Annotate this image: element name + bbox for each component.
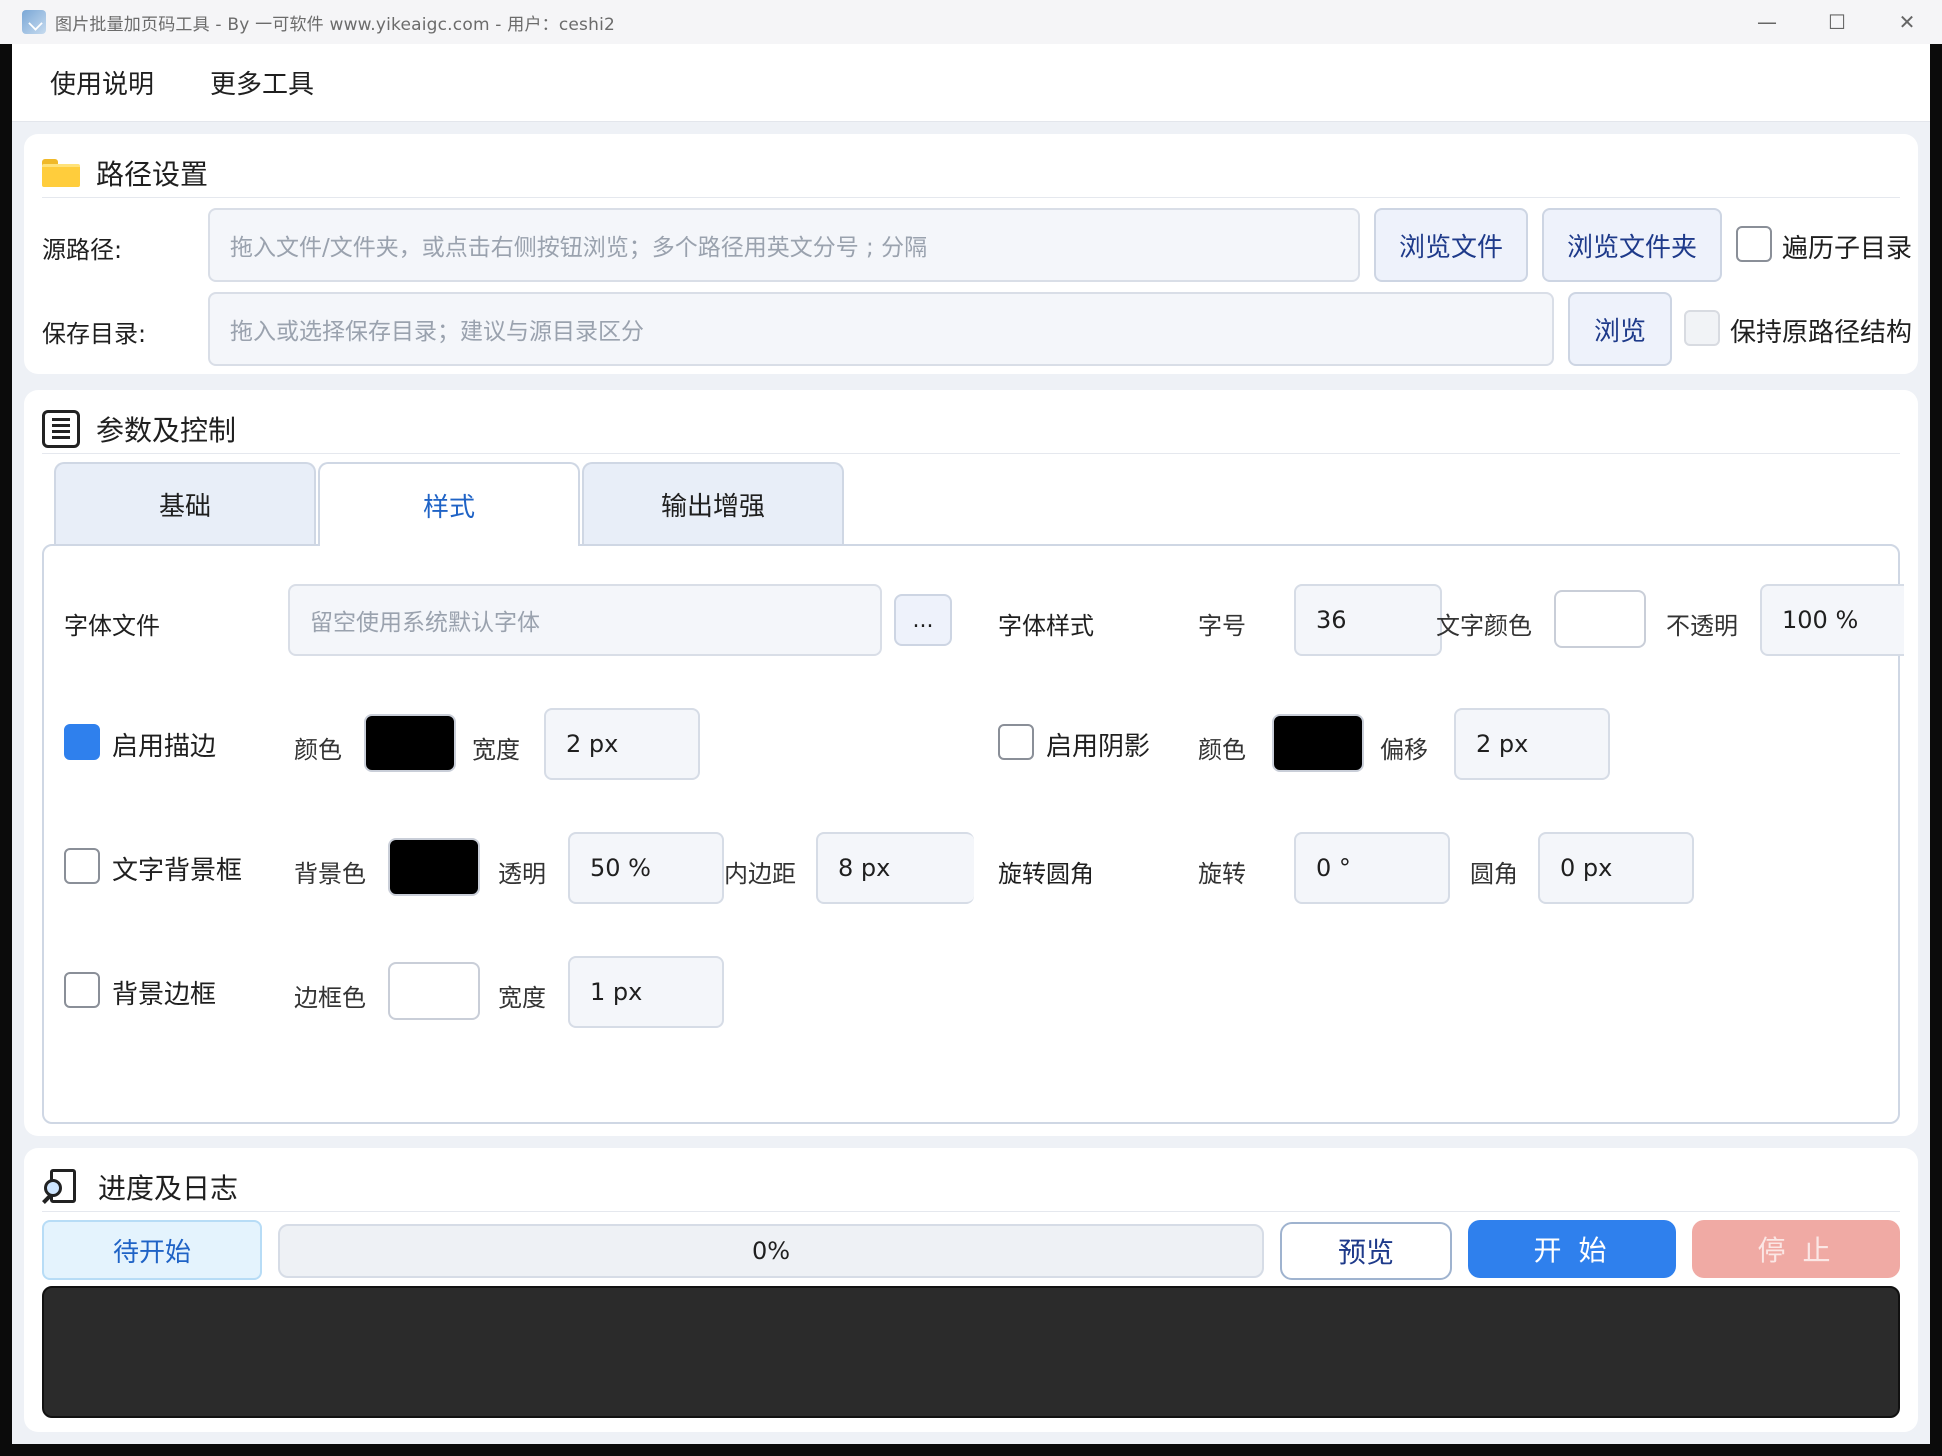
border-width-label: 宽度 <box>498 984 546 1012</box>
radius-label: 圆角 <box>1470 860 1518 888</box>
tab-basic[interactable]: 基础 <box>54 462 316 544</box>
font-file-input[interactable]: 留空使用系统默认字体 <box>288 584 882 656</box>
progress-title: 进度及日志 <box>98 1171 239 1205</box>
font-size-field[interactable]: 36 <box>1294 584 1442 656</box>
app-icon <box>22 10 46 34</box>
status-badge: 待开始 <box>42 1220 262 1280</box>
stop-button[interactable]: 停 止 <box>1692 1220 1900 1278</box>
opacity-field[interactable]: 100 % <box>1760 584 1904 656</box>
shadow-color-swatch[interactable] <box>1272 714 1364 772</box>
path-settings-panel: 路径设置 源路径: 拖入文件/文件夹，或点击右侧按钮浏览；多个路径用英文分号 ;… <box>24 134 1918 374</box>
list-icon <box>42 409 80 448</box>
progress-text: 0% <box>751 1237 791 1265</box>
padding-label: 内边距 <box>724 860 796 888</box>
style-tab-content: 字体文件 留空使用系统默认字体 ... 字体样式 字号 36 文字颜色 不透明 … <box>42 544 1904 1124</box>
source-path-label: 源路径: <box>42 236 123 264</box>
maximize-button[interactable]: ☐ <box>1802 0 1872 44</box>
bg-color-label: 背景色 <box>294 860 366 888</box>
log-output[interactable] <box>42 1286 1900 1418</box>
font-file-browse-button[interactable]: ... <box>894 594 952 646</box>
bg-color-swatch[interactable] <box>388 838 480 896</box>
recurse-subdir-label: 遍历子目录 <box>1782 234 1913 264</box>
tab-output-enhance[interactable]: 输出增强 <box>582 462 844 544</box>
padding-field[interactable]: 8 px <box>816 832 974 904</box>
rotate-label: 旋转 <box>1198 860 1246 888</box>
menu-bar: 使用说明 更多工具 <box>12 44 1930 122</box>
save-dir-label: 保存目录: <box>42 320 147 348</box>
stroke-width-label: 宽度 <box>472 736 520 764</box>
window-controls: — ☐ ✕ <box>1732 0 1942 44</box>
font-style-label: 字体样式 <box>998 612 1094 640</box>
bg-box-label: 文字背景框 <box>112 856 243 886</box>
keep-structure-checkbox[interactable] <box>1684 310 1720 346</box>
stroke-width-field[interactable]: 2 px <box>544 708 700 780</box>
progress-header: 进度及日志 <box>42 1162 1900 1212</box>
minimize-button[interactable]: — <box>1732 0 1802 44</box>
browse-file-button[interactable]: 浏览文件 <box>1374 208 1528 282</box>
close-button[interactable]: ✕ <box>1872 0 1942 44</box>
stroke-enable-label: 启用描边 <box>112 732 217 762</box>
opacity-label: 不透明 <box>1666 612 1738 640</box>
stroke-color-label: 颜色 <box>294 736 342 764</box>
window-title: 图片批量加页码工具 - By 一可软件 www.yikeaigc.com - 用… <box>55 14 616 35</box>
browse-folder-button[interactable]: 浏览文件夹 <box>1542 208 1722 282</box>
border-color-swatch[interactable] <box>388 962 480 1020</box>
browse-save-dir-button[interactable]: 浏览 <box>1568 292 1672 366</box>
bg-alpha-field[interactable]: 50 % <box>568 832 724 904</box>
menu-item-more-tools[interactable]: 更多工具 <box>210 64 314 101</box>
shadow-enable-label: 启用阴影 <box>1046 732 1151 762</box>
path-settings-header: 路径设置 <box>42 148 1900 198</box>
keep-structure-label: 保持原路径结构 <box>1730 318 1913 348</box>
params-panel: 参数及控制 基础 样式 输出增强 字体文件 留空使用系统默认字体 ... 字体样… <box>24 390 1918 1136</box>
bg-border-checkbox[interactable] <box>64 972 100 1008</box>
shadow-color-label: 颜色 <box>1198 736 1246 764</box>
title-bar: 图片批量加页码工具 - By 一可软件 www.yikeaigc.com - 用… <box>0 0 1942 44</box>
menu-item-help[interactable]: 使用说明 <box>50 64 154 101</box>
rotate-field[interactable]: 0 ° <box>1294 832 1450 904</box>
save-dir-input[interactable]: 拖入或选择保存目录；建议与源目录区分 <box>208 292 1554 366</box>
stroke-color-swatch[interactable] <box>364 714 456 772</box>
text-color-label: 文字颜色 <box>1436 612 1532 640</box>
params-header: 参数及控制 <box>42 404 1900 454</box>
params-title: 参数及控制 <box>96 413 237 447</box>
preview-button[interactable]: 预览 <box>1280 1222 1452 1280</box>
progress-panel: 进度及日志 待开始 0% 预览 开 始 停 止 <box>24 1148 1918 1432</box>
path-settings-title: 路径设置 <box>96 157 209 191</box>
shadow-offset-field[interactable]: 2 px <box>1454 708 1610 780</box>
border-color-label: 边框色 <box>294 984 366 1012</box>
font-file-label: 字体文件 <box>64 612 160 640</box>
bg-alpha-label: 透明 <box>498 860 546 888</box>
stroke-enable-checkbox[interactable] <box>64 724 100 760</box>
folder-icon <box>42 158 80 187</box>
shadow-enable-checkbox[interactable] <box>998 724 1034 760</box>
rotate-round-label: 旋转圆角 <box>998 860 1094 888</box>
source-path-input[interactable]: 拖入文件/文件夹，或点击右侧按钮浏览；多个路径用英文分号 ; 分隔 <box>208 208 1360 282</box>
text-color-swatch[interactable] <box>1554 590 1646 648</box>
shadow-offset-label: 偏移 <box>1380 736 1428 764</box>
recurse-subdir-checkbox[interactable] <box>1736 226 1772 262</box>
log-search-icon <box>42 1167 82 1207</box>
start-button[interactable]: 开 始 <box>1468 1220 1676 1278</box>
bg-border-label: 背景边框 <box>112 980 217 1010</box>
radius-field[interactable]: 0 px <box>1538 832 1694 904</box>
border-width-field[interactable]: 1 px <box>568 956 724 1028</box>
bg-box-checkbox[interactable] <box>64 848 100 884</box>
app-window: 使用说明 更多工具 路径设置 源路径: 拖入文件/文件夹，或点击右侧按钮浏览；多… <box>12 44 1930 1444</box>
font-size-label: 字号 <box>1198 612 1246 640</box>
progress-bar: 0% <box>278 1224 1264 1278</box>
tab-style[interactable]: 样式 <box>318 462 580 546</box>
